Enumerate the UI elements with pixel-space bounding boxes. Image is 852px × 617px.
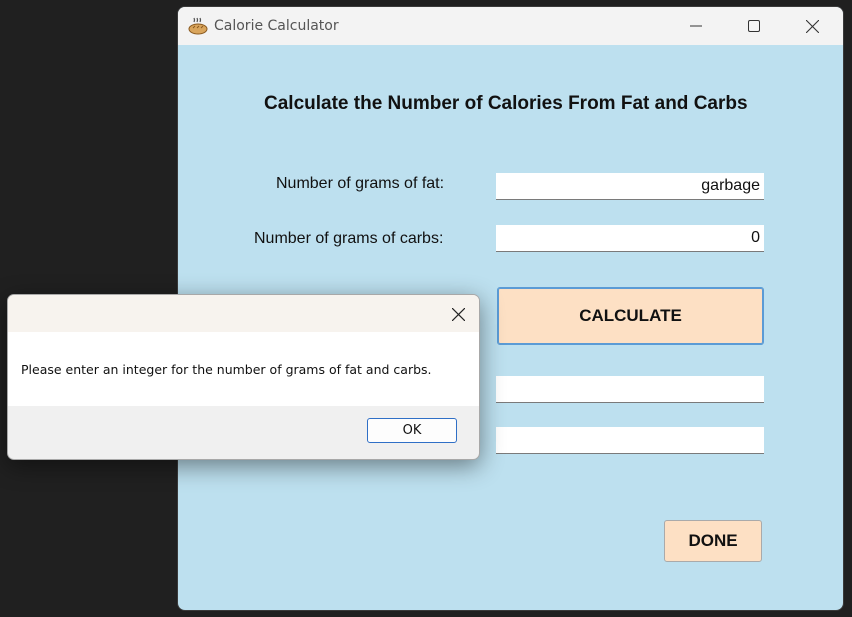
- error-dialog: Please enter an integer for the number o…: [7, 294, 480, 460]
- dialog-close-button[interactable]: [447, 303, 469, 325]
- fat-calories-output: [496, 376, 764, 403]
- desktop: Calorie Calculator Calculate the Number …: [0, 0, 852, 617]
- title-bar: Calorie Calculator: [178, 7, 843, 45]
- minimize-icon: [690, 25, 702, 27]
- minimize-button[interactable]: [667, 7, 725, 45]
- maximize-button[interactable]: [725, 7, 783, 45]
- bread-icon: [188, 17, 208, 35]
- page-heading: Calculate the Number of Calories From Fa…: [264, 93, 748, 114]
- close-button[interactable]: [783, 7, 841, 45]
- maximize-icon: [748, 20, 760, 32]
- fat-grams-input[interactable]: garbage: [496, 173, 764, 200]
- dialog-message: Please enter an integer for the number o…: [21, 362, 432, 377]
- carb-calories-output: [496, 427, 764, 454]
- close-icon: [451, 307, 465, 321]
- carbs-grams-input[interactable]: 0: [496, 225, 764, 252]
- window-title: Calorie Calculator: [214, 18, 339, 34]
- carbs-label: Number of grams of carbs:: [254, 230, 444, 247]
- ok-button[interactable]: OK: [367, 418, 457, 443]
- done-button[interactable]: DONE: [664, 520, 762, 562]
- dialog-title-bar: [8, 295, 479, 332]
- dialog-body: Please enter an integer for the number o…: [8, 332, 479, 406]
- fat-label: Number of grams of fat:: [276, 175, 445, 192]
- close-icon: [805, 19, 819, 33]
- calculate-button[interactable]: CALCULATE: [497, 287, 764, 345]
